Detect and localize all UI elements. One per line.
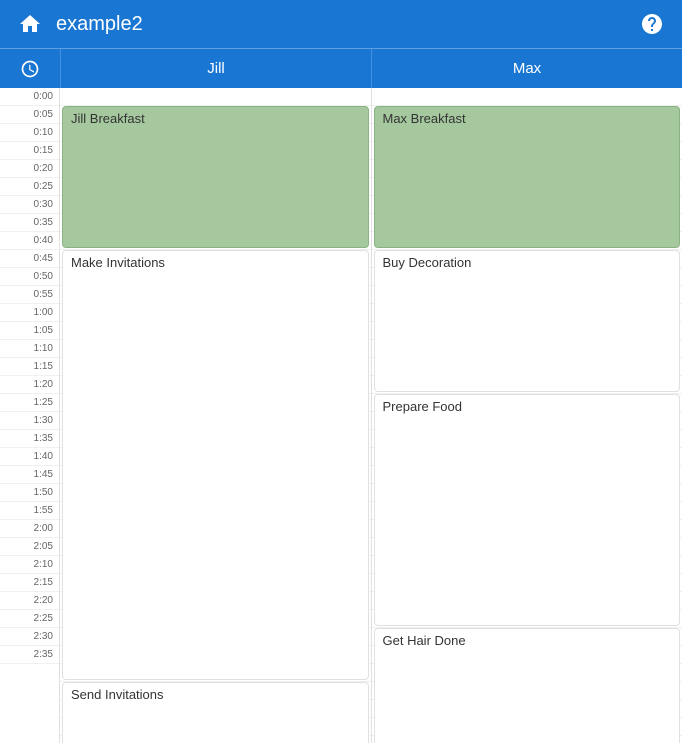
time-label: 2:20 bbox=[0, 592, 59, 610]
time-label: 1:15 bbox=[0, 358, 59, 376]
prepare-food[interactable]: Prepare Food bbox=[374, 394, 681, 626]
time-label: 2:00 bbox=[0, 520, 59, 538]
time-label: 2:15 bbox=[0, 574, 59, 592]
time-label: 0:15 bbox=[0, 142, 59, 160]
time-label: 0:50 bbox=[0, 268, 59, 286]
time-label: 2:30 bbox=[0, 628, 59, 646]
time-label: 0:10 bbox=[0, 124, 59, 142]
time-label: 0:25 bbox=[0, 178, 59, 196]
send-invitations[interactable]: Send Invitations bbox=[62, 682, 369, 743]
time-label: 0:00 bbox=[0, 88, 59, 106]
time-label: 0:05 bbox=[0, 106, 59, 124]
time-label: 2:10 bbox=[0, 556, 59, 574]
time-label: 2:05 bbox=[0, 538, 59, 556]
max-breakfast[interactable]: Max Breakfast bbox=[374, 106, 681, 248]
time-label: 1:05 bbox=[0, 322, 59, 340]
time-label: 1:25 bbox=[0, 394, 59, 412]
time-label: 1:40 bbox=[0, 448, 59, 466]
max-schedule-column: Max BreakfastBuy DecorationPrepare FoodG… bbox=[372, 88, 682, 743]
time-label: 2:25 bbox=[0, 610, 59, 628]
max-column-header: Max bbox=[371, 49, 682, 88]
time-label: 0:30 bbox=[0, 196, 59, 214]
help-icon[interactable] bbox=[638, 10, 666, 38]
time-label: 1:10 bbox=[0, 340, 59, 358]
make-invitations[interactable]: Make Invitations bbox=[62, 250, 369, 680]
time-label: 1:55 bbox=[0, 502, 59, 520]
time-label: 1:50 bbox=[0, 484, 59, 502]
home-icon[interactable] bbox=[16, 10, 44, 38]
time-label: 0:35 bbox=[0, 214, 59, 232]
time-label: 1:30 bbox=[0, 412, 59, 430]
app-title: example2 bbox=[56, 13, 638, 36]
grid-line bbox=[60, 88, 371, 106]
time-label: 0:55 bbox=[0, 286, 59, 304]
get-hair-done[interactable]: Get Hair Done bbox=[374, 628, 681, 743]
buy-decoration[interactable]: Buy Decoration bbox=[374, 250, 681, 392]
schedule-area[interactable]: 0:000:050:100:150:200:250:300:350:400:45… bbox=[0, 88, 682, 743]
time-label: 0:20 bbox=[0, 160, 59, 178]
time-label: 2:35 bbox=[0, 646, 59, 664]
person-row: Jill Max bbox=[0, 48, 682, 88]
jill-schedule-column: Jill BreakfastMake InvitationsSend Invit… bbox=[60, 88, 372, 743]
time-label: 1:35 bbox=[0, 430, 59, 448]
time-label: 1:00 bbox=[0, 304, 59, 322]
time-label: 0:40 bbox=[0, 232, 59, 250]
grid-line bbox=[372, 88, 682, 106]
app-header: example2 bbox=[0, 0, 682, 48]
jill-column-header: Jill bbox=[60, 49, 371, 88]
time-label: 1:20 bbox=[0, 376, 59, 394]
time-label: 1:45 bbox=[0, 466, 59, 484]
time-column: 0:000:050:100:150:200:250:300:350:400:45… bbox=[0, 88, 60, 743]
jill-breakfast[interactable]: Jill Breakfast bbox=[62, 106, 369, 248]
time-header bbox=[0, 49, 60, 88]
time-label: 0:45 bbox=[0, 250, 59, 268]
